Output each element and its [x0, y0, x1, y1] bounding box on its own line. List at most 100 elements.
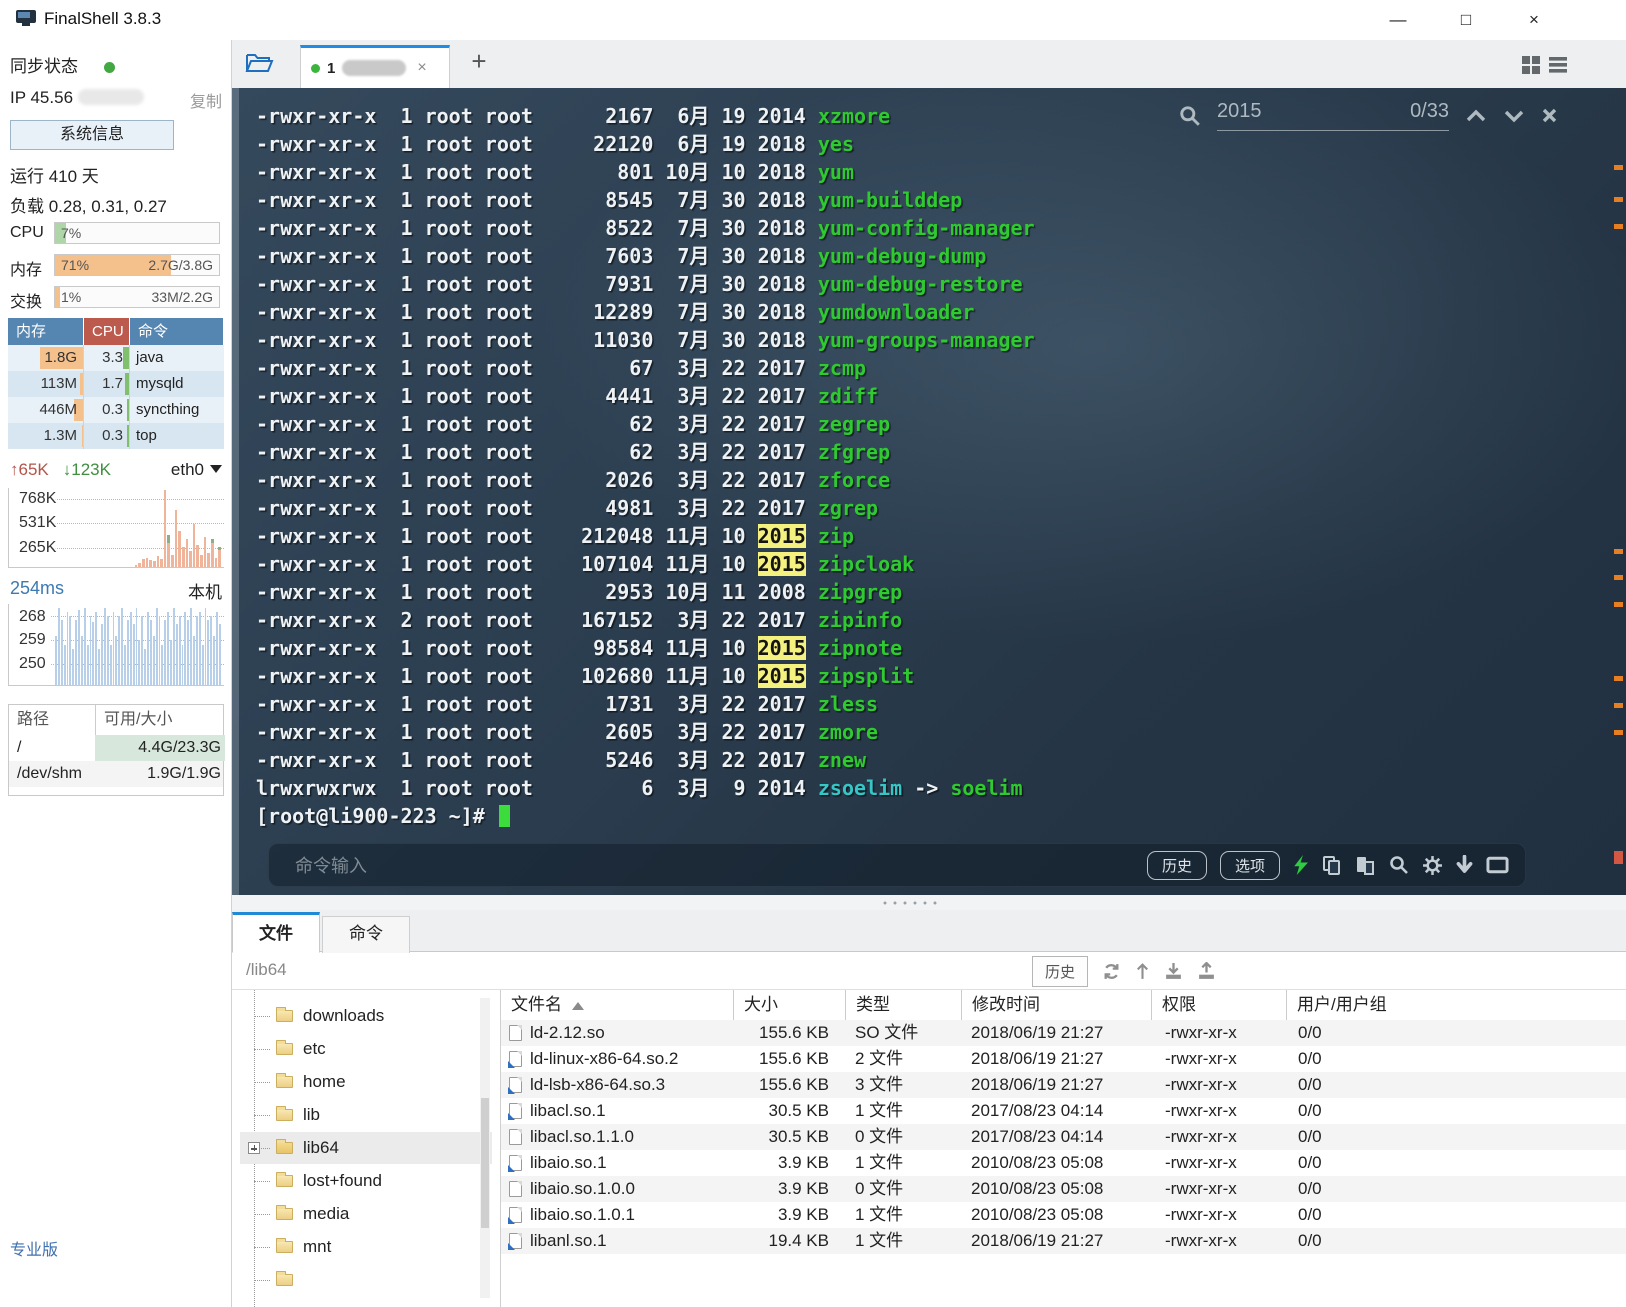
settings-icon[interactable] — [1422, 855, 1443, 876]
tree-item[interactable] — [240, 1264, 492, 1296]
file-owner-cell: 0/0 — [1286, 1020, 1426, 1046]
table-row[interactable]: libacl.so.1.1.030.5 KB0 文件2017/08/23 04:… — [501, 1124, 1626, 1150]
open-folder-button[interactable] — [244, 50, 284, 80]
path-toolbar: /lib64 历史 — [232, 952, 1626, 990]
process-row[interactable]: 1.3M0.3top — [8, 423, 224, 449]
path-history-button[interactable]: 历史 — [1032, 956, 1088, 987]
table-row[interactable]: ld-lsb-x86-64.so.3155.6 KB3 文件2018/06/19… — [501, 1072, 1626, 1098]
graph-bar — [104, 608, 106, 685]
new-tab-button[interactable]: + — [464, 46, 494, 77]
tab-close-icon[interactable]: × — [417, 59, 426, 77]
refresh-icon[interactable] — [1102, 962, 1121, 981]
panel-splitter[interactable] — [232, 895, 1626, 910]
table-row[interactable]: libaio.so.13.9 KB1 文件2010/08/23 05:08-rw… — [501, 1150, 1626, 1176]
copy-ip-link[interactable]: 复制 — [190, 88, 222, 112]
file-name: libaio.so.1.0.1 — [530, 1202, 635, 1228]
paste-icon[interactable] — [1355, 855, 1376, 876]
load-average-label: 负载 0.28, 0.31, 0.27 — [10, 192, 167, 217]
column-header-0[interactable]: 文件名 — [501, 990, 733, 1020]
command-input-bar: 命令输入 历史 选项 — [268, 843, 1526, 887]
tree-item[interactable]: media — [240, 1198, 492, 1230]
process-column-header[interactable]: CPU — [84, 318, 130, 345]
process-row[interactable]: 1.8G3.3java — [8, 345, 224, 371]
up-arrow-icon[interactable] — [1135, 962, 1150, 981]
file-name-cell: libaio.so.1.0.1 — [501, 1202, 733, 1228]
table-row[interactable]: libacl.so.130.5 KB1 文件2017/08/23 04:14-r… — [501, 1098, 1626, 1124]
system-info-button[interactable]: 系统信息 — [10, 120, 174, 150]
tree-item[interactable]: mnt — [240, 1231, 492, 1263]
column-header-3[interactable]: 修改时间 — [961, 990, 1151, 1020]
tree-item-label: lost+found — [303, 1171, 382, 1191]
table-row[interactable]: libanl.so.119.4 KB1 文件2018/06/19 21:27-r… — [501, 1228, 1626, 1254]
upload-tray-icon[interactable] — [1197, 962, 1216, 981]
interface-select[interactable]: eth0 — [171, 460, 222, 480]
search-icon[interactable] — [1389, 855, 1409, 875]
process-column-header[interactable]: 命令 — [130, 318, 224, 345]
tree-item[interactable]: lib64 — [240, 1132, 492, 1164]
table-row[interactable]: libaio.so.1.0.13.9 KB1 文件2010/08/23 05:0… — [501, 1202, 1626, 1228]
graph-bar — [121, 608, 123, 685]
redacted-tab-title — [342, 60, 406, 76]
symlink-file-icon — [509, 1103, 522, 1119]
tree-item[interactable]: etc — [240, 1033, 492, 1065]
meter-bar: 7% — [54, 222, 220, 244]
lightning-icon[interactable] — [1293, 855, 1308, 875]
search-prev-icon[interactable] — [1465, 109, 1487, 123]
list-view-icon[interactable] — [1548, 55, 1568, 74]
file-size-cell: 155.6 KB — [733, 1072, 845, 1098]
history-button[interactable]: 历史 — [1147, 851, 1207, 880]
folder-icon — [276, 1142, 293, 1154]
folder-icon — [276, 1076, 293, 1088]
search-close-icon[interactable] — [1541, 107, 1558, 124]
column-header-1[interactable]: 大小 — [733, 990, 845, 1020]
tab-files[interactable]: 文件 — [232, 912, 320, 953]
maximize-button[interactable]: □ — [1444, 6, 1488, 34]
command-input[interactable]: 命令输入 — [295, 852, 1147, 878]
tree-expander-icon[interactable] — [248, 1142, 260, 1154]
download-icon[interactable] — [1456, 855, 1473, 875]
tree-item[interactable]: home — [240, 1066, 492, 1098]
scrollbar-thumb[interactable] — [1614, 851, 1623, 864]
terminal[interactable]: -rwxr-xr-x 1 root root 2167 6月 19 2014 x… — [232, 88, 1626, 895]
current-path[interactable]: /lib64 — [246, 960, 287, 980]
search-next-icon[interactable] — [1503, 109, 1525, 123]
column-header-2[interactable]: 类型 — [845, 990, 961, 1020]
search-input[interactable]: 2015 0/33 — [1217, 100, 1449, 131]
disk-path-header: 路径 — [9, 705, 95, 735]
ping-latency: 254ms — [10, 578, 64, 598]
table-row[interactable]: ld-2.12.so155.6 KBSO 文件2018/06/19 21:27-… — [501, 1020, 1626, 1046]
search-highlight: 2015 — [758, 664, 806, 688]
symlink-file-icon — [509, 1051, 522, 1067]
file-type-cell: 0 文件 — [845, 1124, 961, 1150]
download-tray-icon[interactable] — [1164, 962, 1183, 981]
tab-commands[interactable]: 命令 — [322, 916, 410, 953]
grid-view-icon[interactable] — [1521, 55, 1540, 74]
process-column-header[interactable]: 内存 — [8, 318, 84, 345]
sync-status-dot-icon — [104, 62, 115, 73]
graph-bar — [187, 620, 189, 685]
process-row[interactable]: 446M0.3syncthing — [8, 397, 224, 423]
table-row[interactable]: ld-linux-x86-64.so.2155.6 KB2 文件2018/06/… — [501, 1046, 1626, 1072]
tree-item[interactable]: downloads — [240, 1000, 492, 1032]
tree-scrollbar[interactable] — [480, 998, 490, 1298]
file-name: libaio.so.1.0.0 — [530, 1176, 635, 1202]
process-row[interactable]: 113M1.7mysqld — [8, 371, 224, 397]
minimize-button[interactable]: — — [1376, 6, 1420, 34]
tree-item-label: media — [303, 1204, 349, 1224]
copy-icon[interactable] — [1321, 855, 1342, 876]
tree-item[interactable]: lib — [240, 1099, 492, 1131]
terminal-scrollbar[interactable] — [1612, 88, 1626, 895]
column-header-5[interactable]: 用户/用户组 — [1286, 990, 1426, 1020]
options-button[interactable]: 选项 — [1220, 851, 1280, 880]
window-icon[interactable] — [1486, 856, 1509, 874]
graph-bar — [218, 550, 221, 567]
table-row[interactable]: libaio.so.1.0.03.9 KB0 文件2010/08/23 05:0… — [501, 1176, 1626, 1202]
close-button[interactable]: × — [1512, 6, 1556, 34]
column-header-4[interactable]: 权限 — [1151, 990, 1286, 1020]
session-tab[interactable]: 1 × — [300, 45, 450, 88]
ping-y-label: 268 — [19, 608, 46, 626]
tree-scrollbar-thumb[interactable] — [481, 1098, 489, 1228]
symlink-file-icon — [509, 1233, 522, 1249]
tree-item[interactable]: lost+found — [240, 1165, 492, 1197]
process-table-header[interactable]: 内存CPU命令 — [8, 318, 224, 345]
